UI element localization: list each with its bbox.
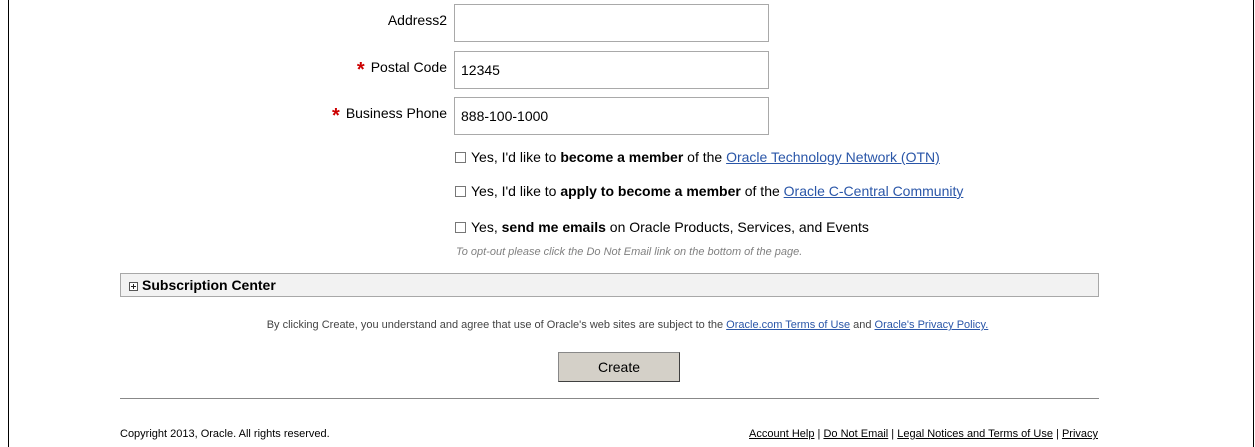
ccentral-link[interactable]: Oracle C-Central Community — [784, 183, 964, 199]
required-marker: * — [356, 59, 365, 81]
otn-membership-option: Yes, I'd like to become a member of the … — [455, 149, 940, 165]
terms-of-use-link[interactable]: Oracle.com Terms of Use — [726, 319, 850, 331]
otn-link[interactable]: Oracle Technology Network (OTN) — [726, 149, 940, 165]
footer-divider — [120, 398, 1099, 399]
required-marker: * — [332, 105, 340, 127]
footer-links: Account Help | Do Not Email | Legal Noti… — [749, 428, 1098, 440]
business-phone-label: * Business Phone — [332, 105, 447, 127]
legal-notices-link[interactable]: Legal Notices and Terms of Use — [897, 428, 1053, 440]
copyright-text: Copyright 2013, Oracle. All rights reser… — [120, 428, 330, 440]
agreement-text: By clicking Create, you understand and a… — [266, 319, 989, 331]
optout-note: To opt-out please click the Do Not Email… — [456, 246, 803, 258]
do-not-email-link[interactable]: Do Not Email — [823, 428, 888, 440]
subscription-center-label: Subscription Center — [142, 277, 276, 293]
privacy-policy-link[interactable]: Oracle's Privacy Policy. — [875, 319, 989, 331]
account-help-link[interactable]: Account Help — [749, 428, 814, 440]
ccentral-membership-option: Yes, I'd like to apply to become a membe… — [455, 183, 963, 199]
create-button[interactable]: Create — [558, 352, 680, 382]
subscription-center-header[interactable]: Subscription Center — [120, 273, 1099, 297]
email-optin-option: Yes, send me emails on Oracle Products, … — [455, 219, 869, 235]
business-phone-field[interactable] — [454, 97, 769, 135]
address2-label: Address2 — [387, 12, 447, 28]
privacy-link[interactable]: Privacy — [1062, 428, 1098, 440]
address2-field[interactable] — [454, 4, 769, 42]
ccentral-membership-checkbox[interactable] — [455, 186, 466, 197]
otn-membership-checkbox[interactable] — [455, 152, 466, 163]
postal-code-label: * Postal Code — [356, 59, 447, 81]
email-optin-checkbox[interactable] — [455, 222, 466, 233]
postal-code-field[interactable] — [454, 51, 769, 89]
expand-plus-icon[interactable] — [129, 282, 138, 291]
